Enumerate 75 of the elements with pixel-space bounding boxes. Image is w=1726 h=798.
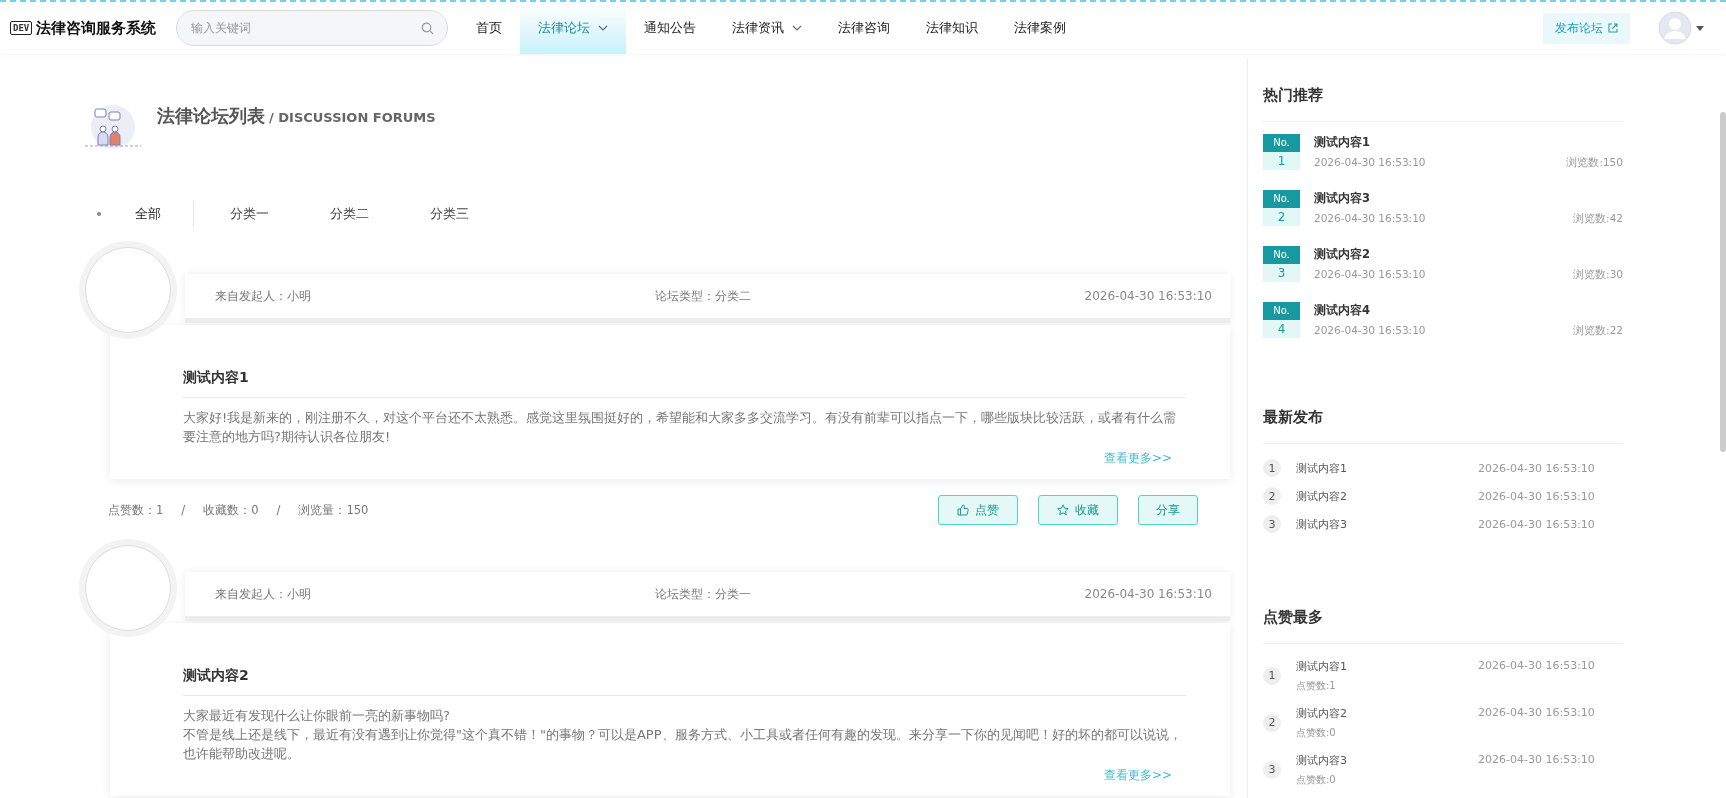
separator: /: [276, 503, 281, 517]
caret-icon[interactable]: [1696, 25, 1704, 31]
section-title: 热门推荐: [1263, 86, 1623, 122]
hot-post-title[interactable]: 测试内容4: [1314, 302, 1623, 318]
nav-item[interactable]: 通知公告: [626, 2, 714, 54]
category-tab[interactable]: 分类一: [222, 205, 322, 223]
rank-number: 3: [1263, 515, 1281, 533]
like-count: 点赞数:0: [1296, 772, 1337, 787]
page-subtitle: / DISCUSSION FORUMS: [269, 110, 436, 125]
post-time: 2026-04-30 16:53:10: [1478, 489, 1595, 503]
nav-item[interactable]: 法律论坛: [520, 2, 626, 54]
post-text: 大家最近有发现什么让你眼前一亮的新事物吗?: [183, 707, 451, 725]
post-time: 2026-04-30 16:53:10: [1314, 212, 1426, 226]
rank-number: 1: [1263, 666, 1281, 685]
page-title: 法律论坛列表: [157, 104, 265, 128]
post-time: 2026-04-30 16:53:10: [1084, 587, 1212, 601]
logo-badge: DEV: [10, 21, 33, 35]
rank-number: 3: [1263, 760, 1281, 779]
liked-post-title[interactable]: 测试内容2: [1296, 705, 1478, 721]
search-icon[interactable]: [421, 22, 434, 35]
thumbs-up-icon: [957, 504, 969, 516]
view-count: 浏览量：150: [298, 502, 369, 518]
post-time: 2026-04-30 16:53:10: [1478, 461, 1595, 475]
category-tab[interactable]: 全部: [127, 205, 193, 223]
hot-post-title[interactable]: 测试内容3: [1314, 190, 1623, 206]
scrollbar[interactable]: [1720, 112, 1726, 452]
latest-post-title[interactable]: 测试内容2: [1296, 488, 1478, 504]
favorite-count: 收藏数：0: [203, 502, 259, 518]
rank-number: 1: [1263, 459, 1281, 477]
post-time: 2026-04-30 16:53:10: [1314, 156, 1426, 170]
latest-post-title[interactable]: 测试内容3: [1296, 516, 1478, 532]
nav-item[interactable]: 法律案例: [996, 2, 1084, 54]
nav-item[interactable]: 法律知识: [908, 2, 996, 54]
liked-post-title[interactable]: 测试内容1: [1296, 658, 1478, 674]
post-time: 2026-04-30 16:53:10: [1314, 268, 1426, 282]
rank-number: 2: [1263, 713, 1281, 732]
nav-item[interactable]: 首页: [458, 2, 520, 54]
post-title: 测试内容2: [183, 667, 1186, 696]
view-count: 浏览数:22: [1573, 324, 1623, 338]
star-icon: [1057, 504, 1069, 516]
separator: /: [181, 503, 186, 517]
post-time: 2026-04-30 16:53:10: [1478, 517, 1595, 531]
search-field[interactable]: 输入关键词: [176, 10, 448, 46]
post-time: 2026-04-30 16:53:10: [1478, 705, 1595, 721]
external-link-icon: [1608, 23, 1618, 33]
post-category: 论坛类型：分类一: [655, 585, 752, 603]
view-count: 浏览数:42: [1573, 212, 1623, 226]
post-time: 2026-04-30 16:53:10: [1084, 289, 1212, 303]
like-count: 点赞数:1: [1296, 678, 1337, 693]
category-tab[interactable]: 分类二: [322, 205, 422, 223]
hot-post-title[interactable]: 测试内容1: [1314, 134, 1623, 150]
post-author: 来自发起人：小明: [215, 585, 312, 603]
liked-post-title[interactable]: 测试内容3: [1296, 752, 1478, 768]
site-title: 法律咨询服务系统: [36, 18, 157, 38]
section-title: 点赞最多: [1263, 608, 1623, 644]
post-time: 2026-04-30 16:53:10: [1478, 658, 1595, 674]
view-count: 浏览数:150: [1566, 156, 1623, 170]
post-time: 2026-04-30 16:53:10: [1314, 324, 1426, 338]
discussion-icon: [85, 104, 141, 149]
latest-post-title[interactable]: 测试内容1: [1296, 460, 1478, 476]
rank-number: 2: [1263, 487, 1281, 505]
like-count: 点赞数:0: [1296, 725, 1337, 740]
view-count: 浏览数:30: [1573, 268, 1623, 282]
post-author: 来自发起人：小明: [215, 287, 312, 305]
category-tab[interactable]: 分类三: [422, 205, 522, 223]
section-title: 最新发布: [1263, 408, 1623, 444]
post-text: 大家好!我是新来的，刚注册不久，对这个平台还不太熟悉。感觉这里氛围挺好的，希望能和大家多多交流学习。有没有前辈可以指点一下，哪些版块比较活跃，或者有什么需要注意的地方吗?期待认识各位朋友!: [183, 409, 1178, 446]
post-time: 2026-04-30 16:53:10: [1478, 752, 1595, 768]
post-category: 论坛类型：分类二: [655, 287, 752, 305]
post-title: 测试内容1: [183, 369, 1186, 398]
post-text: 不管是线上还是线下，最近有没有遇到让你觉得"这个真不错！"的事物？可以是APP、服务方式、小工具或者任何有趣的发现。来分享一下你的见闻吧！好的坏的都可以说说，也许能帮助改进呢。: [183, 726, 1183, 763]
nav-item[interactable]: 法律资讯: [714, 2, 820, 54]
hot-post-title[interactable]: 测试内容2: [1314, 246, 1623, 262]
nav-item[interactable]: 法律咨询: [820, 2, 908, 54]
like-count: 点赞数：1: [108, 502, 164, 518]
